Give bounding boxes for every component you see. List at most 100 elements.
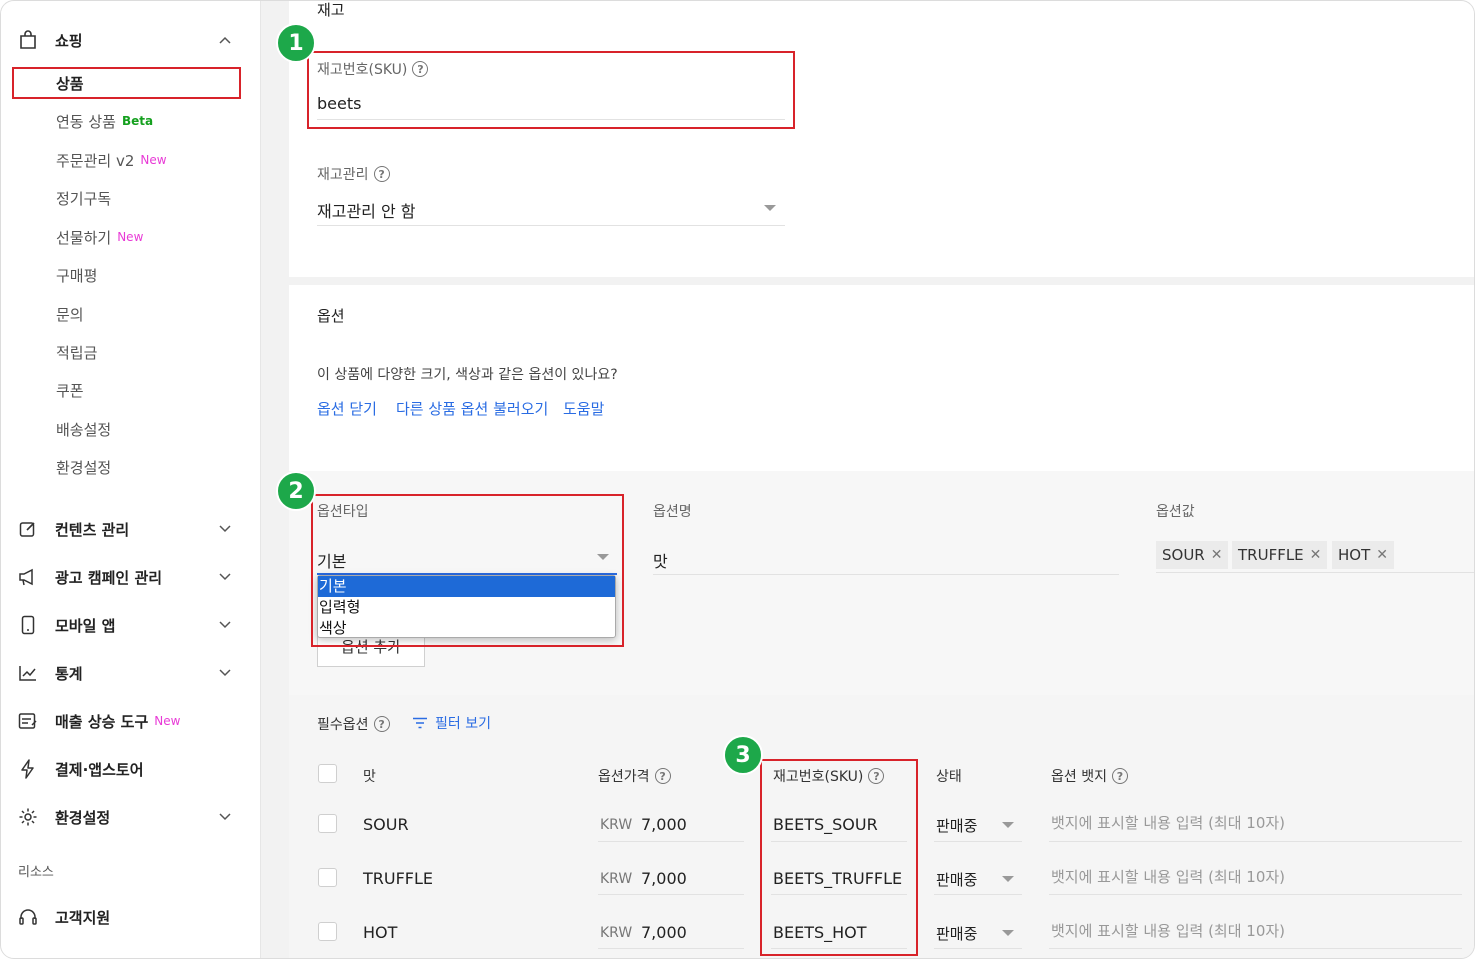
- col-header-status: 상태: [936, 769, 962, 785]
- required-options-text: 필수옵션: [317, 717, 369, 733]
- row-price-input[interactable]: 7,000: [641, 869, 687, 888]
- sku-label-text: 재고번호(SKU): [317, 62, 408, 78]
- col-header-badge: 옵션 뱃지?: [1051, 766, 1128, 786]
- row-badge-input[interactable]: 뱃지에 표시할 내용 입력 (최대 10자): [1051, 812, 1285, 833]
- row-checkbox[interactable]: [318, 868, 337, 887]
- row-status-underline: [934, 841, 1022, 842]
- chevron-down-icon[interactable]: [217, 809, 233, 825]
- new-badge: New: [154, 714, 181, 728]
- stock-select[interactable]: 재고관리 안 함: [317, 198, 416, 222]
- option-name-input[interactable]: 맛: [653, 548, 668, 572]
- chevron-down-icon[interactable]: [217, 665, 233, 681]
- sidebar-item-products[interactable]: 상품: [56, 72, 84, 94]
- row-price-input[interactable]: 7,000: [641, 923, 687, 942]
- row-badge-input[interactable]: 뱃지에 표시할 내용 입력 (최대 10자): [1051, 866, 1285, 887]
- row-badge-input[interactable]: 뱃지에 표시할 내용 입력 (최대 10자): [1051, 920, 1285, 941]
- row-price-input[interactable]: 7,000: [641, 815, 687, 834]
- option-name-label: 옵션명: [653, 504, 692, 520]
- sidebar-group-statistics[interactable]: 통계: [17, 661, 237, 685]
- required-options-label: 필수옵션?: [317, 714, 390, 734]
- help-icon[interactable]: ?: [654, 768, 671, 784]
- sidebar-group-label: 고객지원: [55, 908, 111, 927]
- row-status-select[interactable]: 판매중: [936, 923, 977, 944]
- sidebar-group-label: 컨텐츠 관리: [55, 520, 130, 539]
- sidebar-item-points[interactable]: 적립금: [56, 341, 97, 363]
- sidebar-group-label: 모바일 앱: [55, 616, 116, 635]
- sidebar-group-label: 쇼핑: [55, 31, 83, 50]
- row-badge-underline: [1049, 948, 1462, 949]
- help-link[interactable]: 도움말: [563, 398, 604, 419]
- sidebar-item-shop-settings[interactable]: 환경설정: [56, 456, 111, 478]
- dropdown-caret-icon[interactable]: [764, 205, 776, 211]
- sidebar-item-orders-v2[interactable]: 주문관리 v2 New: [56, 149, 167, 171]
- help-icon[interactable]: ?: [412, 61, 429, 77]
- row-status-underline: [934, 894, 1022, 895]
- sidebar-item-coupons[interactable]: 쿠폰: [56, 379, 84, 401]
- chevron-down-icon[interactable]: [217, 569, 233, 585]
- beta-badge: Beta: [121, 114, 154, 128]
- sidebar-group-label: 결제·앱스토어: [55, 760, 144, 779]
- row-checkbox[interactable]: [318, 814, 337, 833]
- sidebar-group-contents[interactable]: 컨텐츠 관리: [17, 517, 237, 541]
- row-checkbox[interactable]: [318, 922, 337, 941]
- option-value-chip[interactable]: HOT ✕: [1332, 541, 1394, 569]
- sidebar-item-label: 정기구독: [56, 189, 112, 208]
- chip-label: HOT: [1338, 546, 1371, 564]
- sidebar-item-label: 쿠폰: [56, 381, 84, 400]
- highlight-box-sku-column: [760, 759, 918, 956]
- sidebar-item-label: 적립금: [56, 343, 98, 362]
- filter-view-button[interactable]: 필터 보기: [412, 713, 491, 733]
- dropdown-caret-icon[interactable]: [1002, 930, 1014, 936]
- sidebar-group-growth-tools[interactable]: 매출 상승 도구 New: [17, 709, 237, 733]
- sidebar-item-label: 구매평: [56, 266, 98, 285]
- sidebar-item-gift[interactable]: 선물하기 New: [56, 226, 143, 248]
- row-status-select[interactable]: 판매중: [936, 815, 977, 836]
- col-header-name: 맛: [363, 769, 376, 785]
- remove-icon[interactable]: ✕: [1376, 547, 1388, 563]
- filter-view-label: 필터 보기: [435, 716, 491, 732]
- dropdown-caret-icon[interactable]: [1002, 822, 1014, 828]
- sidebar-item-label: 연동 상품: [56, 112, 116, 131]
- row-status-select[interactable]: 판매중: [936, 869, 977, 890]
- chart-icon: [17, 662, 39, 684]
- stock-label-text: 재고관리: [317, 167, 369, 183]
- dropdown-caret-icon[interactable]: [1002, 876, 1014, 882]
- sidebar-item-inquiries[interactable]: 문의: [56, 303, 84, 325]
- sidebar-group-ads[interactable]: 광고 캠페인 관리: [17, 565, 237, 589]
- close-options-link[interactable]: 옵션 닫기: [317, 398, 377, 419]
- help-icon[interactable]: ?: [373, 166, 390, 182]
- options-question: 이 상품에 다양한 크기, 색상과 같은 옵션이 있나요?: [317, 367, 618, 383]
- option-value-chip[interactable]: SOUR ✕: [1156, 541, 1229, 569]
- sidebar-item-label: 상품: [56, 74, 84, 93]
- select-all-checkbox[interactable]: [318, 764, 337, 783]
- inventory-section-title: 재고: [317, 1, 345, 19]
- import-options-link[interactable]: 다른 상품 옵션 불러오기: [396, 398, 548, 419]
- sku-input-underline: [317, 119, 785, 120]
- currency-label: KRW: [600, 925, 633, 941]
- sidebar-group-payment-appstore[interactable]: 결제·앱스토어: [17, 757, 237, 781]
- col-header-text: 옵션가격: [598, 769, 650, 785]
- highlight-box-option-type: [311, 494, 624, 647]
- help-icon[interactable]: ?: [373, 716, 390, 732]
- sidebar-item-reviews[interactable]: 구매평: [56, 264, 97, 286]
- sidebar-item-subscription[interactable]: 정기구독: [56, 187, 111, 209]
- new-badge: New: [117, 230, 144, 244]
- step-badge-1: 1: [276, 23, 316, 63]
- sidebar-group-mobile-app[interactable]: 모바일 앱: [17, 613, 237, 637]
- sidebar-group-label: 광고 캠페인 관리: [55, 568, 163, 587]
- sidebar-group-shopping[interactable]: 쇼핑: [17, 28, 237, 52]
- chevron-up-icon[interactable]: [217, 32, 233, 48]
- sidebar-item-linked-products[interactable]: 연동 상품 Beta: [56, 110, 153, 132]
- sidebar-group-settings[interactable]: 환경설정: [17, 805, 237, 829]
- chevron-down-icon[interactable]: [217, 617, 233, 633]
- sidebar-item-support[interactable]: 고객지원: [17, 905, 237, 929]
- chevron-down-icon[interactable]: [217, 521, 233, 537]
- new-badge: New: [140, 153, 167, 167]
- gear-icon: [17, 806, 39, 828]
- option-value-chip[interactable]: TRUFFLE ✕: [1232, 541, 1328, 569]
- sku-input[interactable]: beets: [317, 94, 361, 113]
- help-icon[interactable]: ?: [1111, 768, 1128, 784]
- sidebar-item-shipping[interactable]: 배송설정: [56, 418, 111, 440]
- remove-icon[interactable]: ✕: [1211, 547, 1223, 563]
- remove-icon[interactable]: ✕: [1310, 547, 1322, 563]
